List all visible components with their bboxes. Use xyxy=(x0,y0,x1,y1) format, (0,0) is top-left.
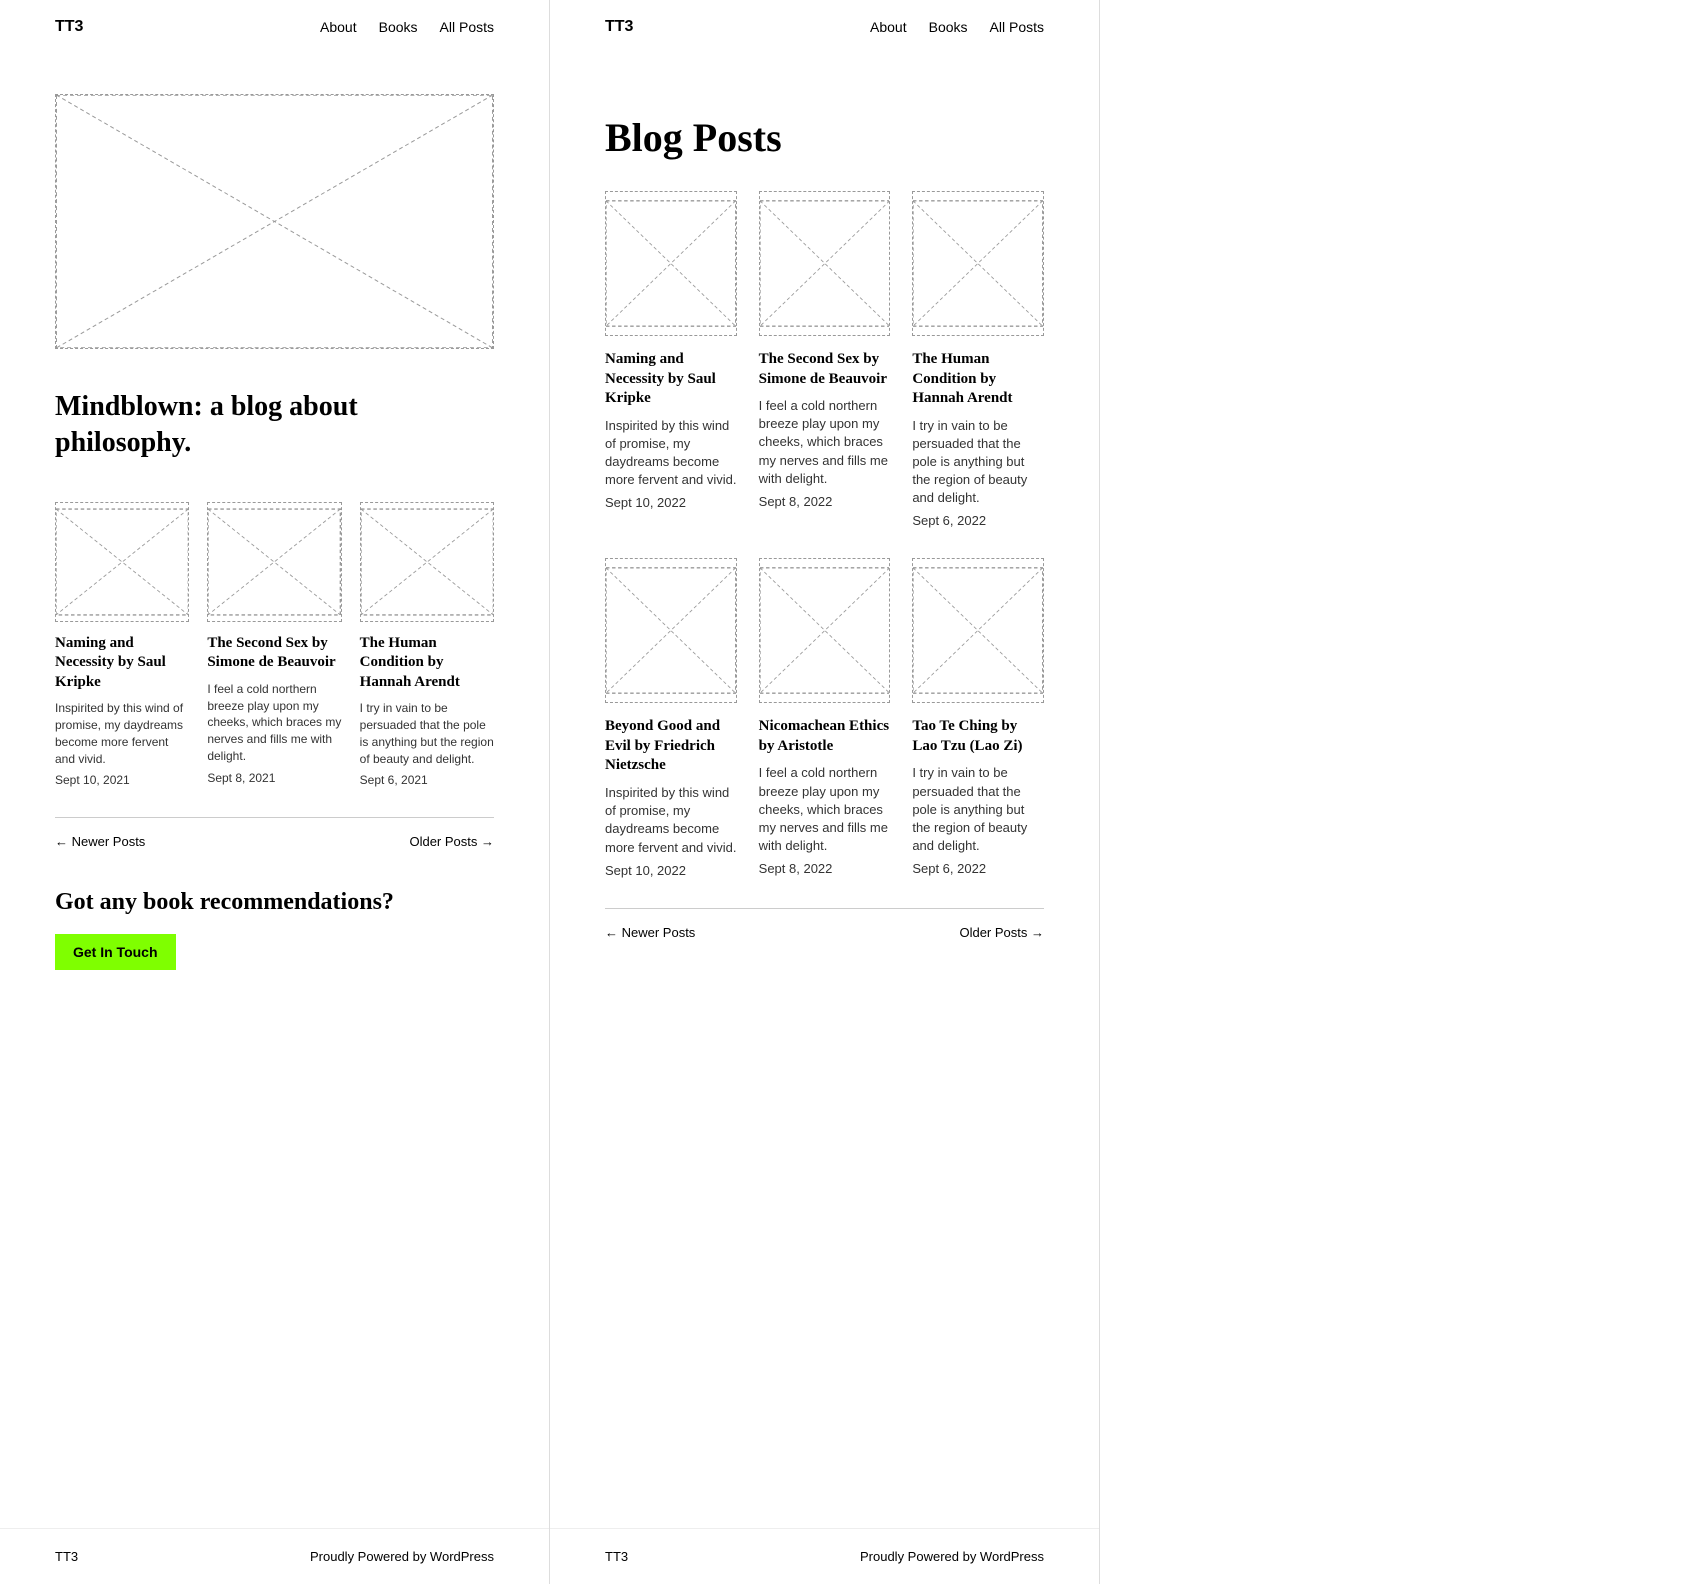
left-pagination: ← Newer Posts Older Posts → xyxy=(55,817,494,849)
right-card-title-1: Naming and Necessity by Saul Kripke xyxy=(605,350,737,409)
left-footer-credit: Proudly Powered by WordPress xyxy=(310,1549,494,1564)
cta-section: Got any book recommendations? Get In Tou… xyxy=(55,889,494,970)
right-post-card-1: Naming and Necessity by Saul Kripke Insp… xyxy=(605,191,737,528)
card-title-3: The Human Condition by Hannah Arendt xyxy=(360,634,494,693)
right-footer-credit: Proudly Powered by WordPress xyxy=(860,1549,1044,1564)
right-footer-logo: TT3 xyxy=(605,1549,628,1564)
left-nav: About Books All Posts xyxy=(320,19,494,35)
right-page: TT3 About Books All Posts Blog Posts Nam… xyxy=(550,0,1100,1584)
left-nav-allposts[interactable]: All Posts xyxy=(440,19,494,35)
right-older-posts-link[interactable]: Older Posts → xyxy=(959,925,1044,940)
get-in-touch-button[interactable]: Get In Touch xyxy=(55,934,176,970)
right-logo[interactable]: TT3 xyxy=(605,18,633,36)
right-card-image-6 xyxy=(912,558,1044,703)
left-footer-logo: TT3 xyxy=(55,1549,78,1564)
right-post-card-4: Beyond Good and Evil by Friedrich Nietzs… xyxy=(605,558,737,877)
right-card-date-1: Sept 10, 2022 xyxy=(605,495,737,510)
card-date-2: Sept 8, 2021 xyxy=(207,771,341,785)
right-card-title-5: Nicomachean Ethics by Aristotle xyxy=(759,717,891,756)
right-card-image-2 xyxy=(759,191,891,336)
card-excerpt-3: I try in vain to be persuaded that the p… xyxy=(360,700,494,767)
right-card-excerpt-6: I try in vain to be persuaded that the p… xyxy=(912,764,1044,855)
right-card-image-4 xyxy=(605,558,737,703)
card-title-2: The Second Sex by Simone de Beauvoir xyxy=(207,634,341,673)
left-header: TT3 About Books All Posts xyxy=(0,0,549,54)
right-card-excerpt-3: I try in vain to be persuaded that the p… xyxy=(912,417,1044,508)
right-posts-grid-row2: Beyond Good and Evil by Friedrich Nietzs… xyxy=(605,558,1044,877)
right-post-card-6: Tao Te Ching by Lao Tzu (Lao Zi) I try i… xyxy=(912,558,1044,877)
card-title-1: Naming and Necessity by Saul Kripke xyxy=(55,634,189,693)
hero-image xyxy=(55,94,494,349)
left-post-card-3: The Human Condition by Hannah Arendt I t… xyxy=(360,502,494,788)
right-post-card-2: The Second Sex by Simone de Beauvoir I f… xyxy=(759,191,891,528)
cta-heading: Got any book recommendations? xyxy=(55,889,494,916)
right-card-title-4: Beyond Good and Evil by Friedrich Nietzs… xyxy=(605,717,737,776)
card-excerpt-2: I feel a cold northern breeze play upon … xyxy=(207,681,341,765)
right-card-image-5 xyxy=(759,558,891,703)
right-card-excerpt-5: I feel a cold northern breeze play upon … xyxy=(759,764,891,855)
older-posts-link[interactable]: Older Posts → xyxy=(409,834,494,849)
card-image-3 xyxy=(360,502,494,622)
right-posts-grid-row1: Naming and Necessity by Saul Kripke Insp… xyxy=(605,191,1044,528)
right-post-card-3: The Human Condition by Hannah Arendt I t… xyxy=(912,191,1044,528)
right-card-date-5: Sept 8, 2022 xyxy=(759,861,891,876)
left-nav-about[interactable]: About xyxy=(320,19,357,35)
newer-posts-link[interactable]: ← Newer Posts xyxy=(55,834,145,849)
right-card-date-2: Sept 8, 2022 xyxy=(759,494,891,509)
card-excerpt-1: Inspirited by this wind of promise, my d… xyxy=(55,700,189,767)
card-date-3: Sept 6, 2021 xyxy=(360,773,494,787)
right-card-excerpt-2: I feel a cold northern breeze play upon … xyxy=(759,397,891,488)
right-nav-allposts[interactable]: All Posts xyxy=(990,19,1044,35)
right-footer: TT3 Proudly Powered by WordPress xyxy=(550,1528,1099,1584)
right-newer-posts-link[interactable]: ← Newer Posts xyxy=(605,925,695,940)
right-card-date-6: Sept 6, 2022 xyxy=(912,861,1044,876)
right-card-title-2: The Second Sex by Simone de Beauvoir xyxy=(759,350,891,389)
card-date-1: Sept 10, 2021 xyxy=(55,773,189,787)
left-tagline: Mindblown: a blog about philosophy. xyxy=(55,389,494,462)
right-card-image-1 xyxy=(605,191,737,336)
left-post-card-2: The Second Sex by Simone de Beauvoir I f… xyxy=(207,502,341,788)
right-card-date-4: Sept 10, 2022 xyxy=(605,863,737,878)
right-nav-about[interactable]: About xyxy=(870,19,907,35)
left-page: TT3 About Books All Posts Mindblown: a b… xyxy=(0,0,550,1584)
left-posts-grid: Naming and Necessity by Saul Kripke Insp… xyxy=(55,502,494,788)
right-nav-books[interactable]: Books xyxy=(929,19,968,35)
left-post-card-1: Naming and Necessity by Saul Kripke Insp… xyxy=(55,502,189,788)
right-pagination: ← Newer Posts Older Posts → xyxy=(605,908,1044,940)
left-nav-books[interactable]: Books xyxy=(379,19,418,35)
right-header: TT3 About Books All Posts xyxy=(550,0,1099,54)
right-card-excerpt-4: Inspirited by this wind of promise, my d… xyxy=(605,784,737,857)
left-footer: TT3 Proudly Powered by WordPress xyxy=(0,1528,549,1584)
card-image-2 xyxy=(207,502,341,622)
blog-posts-title: Blog Posts xyxy=(605,114,1044,161)
right-card-title-6: Tao Te Ching by Lao Tzu (Lao Zi) xyxy=(912,717,1044,756)
right-card-image-3 xyxy=(912,191,1044,336)
right-post-card-5: Nicomachean Ethics by Aristotle I feel a… xyxy=(759,558,891,877)
right-card-date-3: Sept 6, 2022 xyxy=(912,513,1044,528)
left-logo[interactable]: TT3 xyxy=(55,18,83,36)
right-card-excerpt-1: Inspirited by this wind of promise, my d… xyxy=(605,417,737,490)
right-nav: About Books All Posts xyxy=(870,19,1044,35)
right-card-title-3: The Human Condition by Hannah Arendt xyxy=(912,350,1044,409)
card-image-1 xyxy=(55,502,189,622)
